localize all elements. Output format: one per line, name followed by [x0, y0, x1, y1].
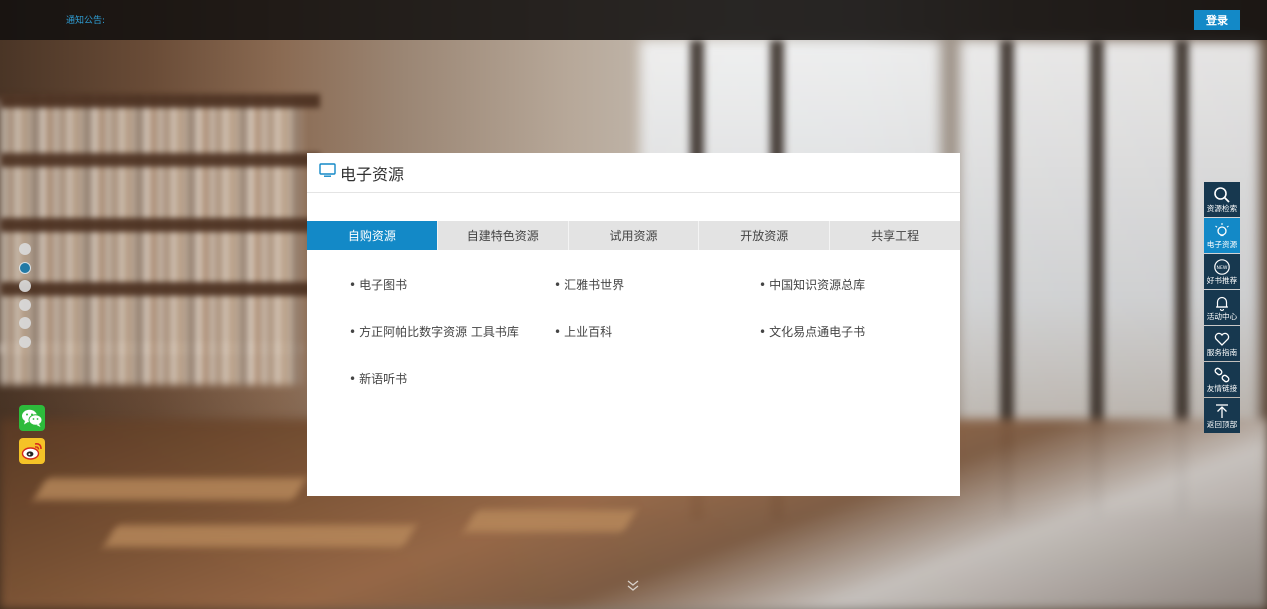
bullet-icon: • — [554, 325, 562, 339]
resource-tabs: 自购资源 自建特色资源 试用资源 开放资源 共享工程 — [307, 221, 960, 250]
stair-step — [103, 525, 417, 547]
sidebar-item-service-guide[interactable]: 服务指南 — [1204, 326, 1240, 361]
sidebar-item-friend-links[interactable]: 友情链接 — [1204, 362, 1240, 397]
new-badge-icon: NEW — [1212, 257, 1232, 276]
bullet-icon: • — [554, 278, 562, 292]
tab-open-resources[interactable]: 开放资源 — [699, 221, 831, 250]
resource-list: • 电子图书 • 汇雅书世界 • 中国知识资源总库 • 方正阿帕比数字资源 工具书库 •… — [349, 278, 949, 387]
resource-link[interactable]: • 文化易点通电子书 — [759, 325, 949, 340]
bookshelf-row — [0, 225, 300, 289]
sidebar-item-activity-center[interactable]: 活动中心 — [1204, 290, 1240, 325]
login-button[interactable]: 登录 — [1194, 10, 1240, 30]
top-bar: 通知公告: 登录 — [0, 0, 1267, 40]
bell-icon — [1212, 293, 1232, 312]
sidebar-item-label: 友情链接 — [1206, 384, 1238, 393]
bullet-icon: • — [759, 325, 767, 339]
e-resources-panel: 电子资源 自购资源 自建特色资源 试用资源 开放资源 共享工程 • 电子图书 • 汇… — [307, 153, 960, 496]
right-sidebar: 资源检索 电子资源 NEW 好书推荐 活动中心 服务指南 友情链接 返回顶部 — [1204, 182, 1240, 434]
section-dot-5[interactable] — [19, 317, 31, 329]
tab-purchased-resources[interactable]: 自购资源 — [307, 221, 438, 250]
panel-header: 电子资源 — [307, 153, 960, 193]
bullet-icon: • — [349, 325, 357, 339]
scroll-down-icon[interactable] — [626, 577, 640, 596]
resource-link[interactable]: • 方正阿帕比数字资源 工具书库 — [349, 325, 554, 340]
sidebar-item-e-resources[interactable]: 电子资源 — [1204, 218, 1240, 253]
bookshelf-row — [0, 288, 300, 352]
sidebar-item-resource-search[interactable]: 资源检索 — [1204, 182, 1240, 217]
sidebar-item-label: 好书推荐 — [1206, 276, 1238, 285]
shelf-divider — [0, 153, 320, 167]
sidebar-item-book-recommend[interactable]: NEW 好书推荐 — [1204, 254, 1240, 289]
monitor-icon — [319, 163, 336, 182]
shelf-divider — [0, 218, 320, 232]
section-dot-3[interactable] — [19, 280, 31, 292]
section-dot-1[interactable] — [19, 243, 31, 255]
heart-icon — [1212, 329, 1232, 348]
shelf-divider — [0, 94, 320, 108]
search-icon — [1212, 185, 1232, 204]
tab-shared-project[interactable]: 共享工程 — [830, 221, 960, 250]
resource-link[interactable]: • 新语听书 — [349, 372, 554, 387]
resource-link[interactable]: • 上业百科 — [554, 325, 759, 340]
link-icon — [1212, 365, 1232, 384]
shelf-divider — [0, 282, 320, 296]
sidebar-item-label: 资源检索 — [1206, 204, 1238, 213]
tab-trial-resources[interactable]: 试用资源 — [569, 221, 700, 250]
back-to-top-icon — [1212, 401, 1232, 420]
resource-link[interactable]: • 中国知识资源总库 — [759, 278, 949, 293]
section-dot-6[interactable] — [19, 335, 31, 348]
resource-link[interactable]: • 电子图书 — [349, 278, 554, 293]
bookshelf-row — [0, 160, 300, 224]
sidebar-item-label: 返回顶部 — [1206, 420, 1238, 429]
weibo-icon[interactable] — [19, 438, 45, 464]
bookshelf-row — [0, 345, 300, 385]
stair-step — [463, 510, 637, 532]
section-dot-2[interactable] — [19, 261, 31, 274]
bulb-icon — [1212, 221, 1232, 240]
wechat-icon[interactable] — [19, 405, 45, 431]
section-nav-dots — [19, 243, 31, 354]
bullet-icon: • — [349, 372, 357, 386]
bullet-icon: • — [349, 278, 357, 292]
sidebar-item-label: 电子资源 — [1206, 240, 1238, 249]
section-dot-4[interactable] — [19, 298, 31, 311]
stair-step — [33, 478, 307, 500]
resource-link[interactable]: • 汇雅书世界 — [554, 278, 759, 293]
svg-text:NEW: NEW — [1217, 264, 1228, 270]
bullet-icon: • — [759, 278, 767, 292]
sidebar-item-label: 服务指南 — [1206, 348, 1238, 357]
notice-label[interactable]: 通知公告: — [66, 13, 105, 26]
sidebar-item-back-to-top[interactable]: 返回顶部 — [1204, 398, 1240, 433]
social-links — [19, 405, 45, 471]
tab-self-built-resources[interactable]: 自建特色资源 — [438, 221, 569, 250]
sidebar-item-label: 活动中心 — [1206, 312, 1238, 321]
panel-title: 电子资源 — [340, 164, 405, 184]
